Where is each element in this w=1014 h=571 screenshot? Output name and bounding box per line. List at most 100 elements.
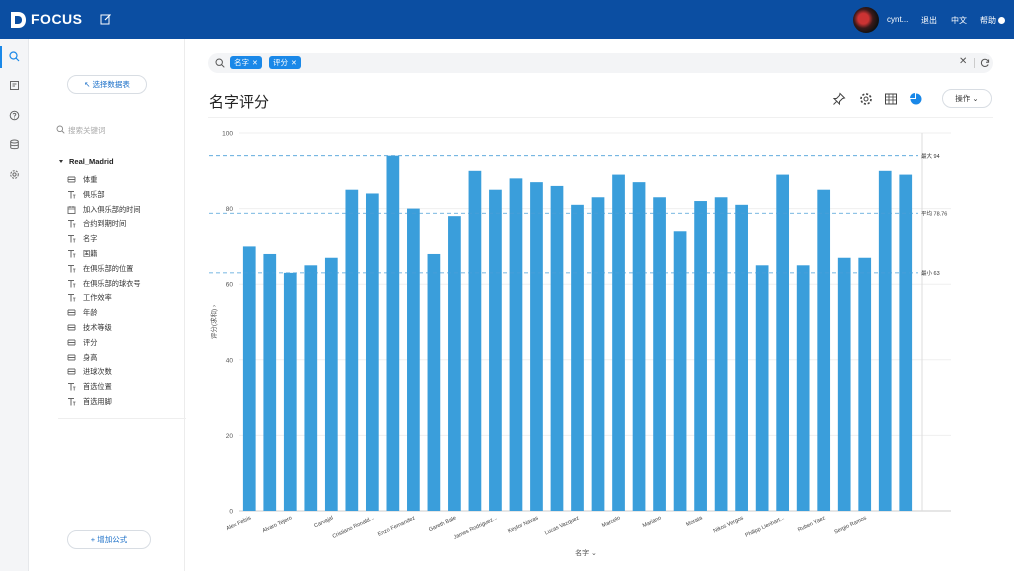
help-icon[interactable] — [9, 110, 20, 121]
y-axis-label: 评分(求和) › — [209, 305, 218, 339]
bar — [714, 197, 728, 511]
bar — [550, 185, 564, 512]
bar — [283, 272, 297, 511]
x-tick-label: Enzo Fernandez — [377, 515, 416, 538]
nav-icon-bar — [0, 39, 29, 571]
field-label: 首选位置 — [83, 382, 112, 392]
measure-icon — [67, 339, 76, 346]
x-tick-label: Alex Felsis — [225, 515, 252, 532]
calendar-icon — [67, 205, 76, 214]
x-tick-label: Keylor Navas — [507, 515, 539, 534]
text-field-icon — [68, 190, 76, 199]
bar — [571, 204, 584, 511]
logo-icon — [11, 12, 26, 28]
app-logo-text: FOCUS — [31, 11, 83, 27]
database-icon[interactable] — [9, 139, 20, 150]
settings-icon[interactable] — [9, 169, 20, 180]
field-label: 体重 — [83, 175, 98, 184]
text-field-icon — [68, 383, 76, 391]
x-tick-label: Marcelo — [601, 515, 621, 529]
field-label: 合约到期时间 — [83, 219, 127, 229]
select-table-label: 选择数据表 — [92, 80, 130, 89]
field-label: 进球次数 — [83, 367, 112, 377]
search-icon[interactable] — [9, 51, 20, 62]
add-formula-button[interactable]: + 增加公式 — [67, 530, 151, 549]
table-tree-root[interactable]: Real_Madrid — [59, 157, 114, 166]
language-link[interactable]: 中文 — [951, 15, 967, 26]
x-tick-label: Cristiano Ronald... — [332, 515, 376, 540]
bar — [735, 204, 748, 511]
x-tick-label: Alvaro Tejero — [262, 515, 294, 534]
bar — [796, 265, 810, 511]
measure-icon — [67, 176, 76, 183]
bar — [817, 189, 831, 511]
y-tick-label: 100 — [222, 131, 233, 138]
avatar[interactable] — [853, 7, 879, 33]
keyword-search-placeholder: 搜索关键词 — [68, 126, 106, 135]
y-tick-label: 80 — [226, 206, 234, 213]
field-label: 在俱乐部的球衣号 — [83, 278, 141, 288]
divider — [58, 418, 186, 419]
x-tick-label: Morata — [685, 515, 704, 528]
bar — [755, 265, 769, 511]
bar — [612, 174, 625, 511]
data-panel: ↖ 选择数据表 搜索关键词 Real_Madrid 体重俱乐部加入俱乐部的时间合… — [29, 39, 186, 571]
bar — [386, 155, 400, 511]
main-area: 名字 ✕ 评分 ✕ ✕ 名字评分 操作 ⌄ 0 20 40 60 80 100 最大 94 平均 … — [186, 39, 1014, 571]
help-dot-icon — [998, 17, 1005, 24]
field-label: 身高 — [83, 352, 98, 362]
measure-icon — [67, 368, 76, 375]
help-link[interactable]: 帮助 — [980, 15, 1005, 26]
field-label: 首选用脚 — [83, 397, 112, 406]
bar — [427, 253, 441, 511]
x-tick-label: Gareth Bale — [428, 515, 457, 533]
field-label: 加入俱乐部的时间 — [83, 204, 141, 214]
bar — [407, 208, 420, 511]
bar — [837, 257, 851, 511]
text-field-icon — [68, 294, 76, 302]
x-tick-label: Philipp Lienhart... — [744, 515, 785, 539]
bar — [448, 216, 461, 511]
bar — [509, 178, 523, 512]
help-label: 帮助 — [980, 16, 996, 25]
x-tick-label: Nikos Vergos — [713, 515, 745, 534]
bar — [489, 189, 502, 511]
field-label: 国籍 — [83, 249, 98, 258]
search-icon — [56, 125, 65, 134]
user-name[interactable]: cynt... — [887, 15, 908, 24]
reference-line-label: 最小 63 — [921, 269, 940, 277]
x-tick-label: Mariano — [642, 515, 663, 529]
text-field-icon — [68, 235, 76, 243]
x-tick-label: Carvajal — [313, 515, 334, 529]
text-field-icon — [68, 279, 76, 288]
bookmark-icon[interactable] — [9, 80, 20, 91]
table-name: Real_Madrid — [69, 157, 114, 166]
field-label: 技术等级 — [83, 323, 112, 332]
bar — [324, 257, 338, 511]
edit-icon[interactable] — [100, 13, 112, 25]
select-table-button[interactable]: ↖ 选择数据表 — [67, 75, 147, 94]
bar — [591, 197, 605, 511]
text-field-icon — [68, 250, 76, 258]
bar — [530, 182, 543, 511]
bar — [345, 189, 359, 511]
logout-link[interactable]: 退出 — [921, 15, 937, 26]
bar — [694, 201, 707, 512]
bar — [242, 246, 256, 511]
measure-icon — [67, 309, 76, 316]
bar — [263, 253, 277, 511]
x-tick-label: Sergio Ramos — [833, 515, 867, 535]
field-label: 工作效率 — [83, 293, 112, 303]
add-formula-label: 增加公式 — [97, 535, 128, 544]
reference-line-label: 最大 94 — [921, 152, 940, 160]
caret-down-icon — [59, 160, 63, 163]
field-label: 名字 — [83, 234, 98, 244]
text-field-icon — [68, 398, 76, 406]
field-label: 俱乐部 — [83, 189, 105, 199]
measure-icon — [67, 354, 76, 361]
bar — [899, 174, 913, 511]
bar — [304, 265, 318, 511]
x-tick-label: Ruben Yaez — [797, 515, 827, 533]
field-label: 年龄 — [83, 308, 98, 318]
y-tick-label: 0 — [229, 509, 233, 516]
